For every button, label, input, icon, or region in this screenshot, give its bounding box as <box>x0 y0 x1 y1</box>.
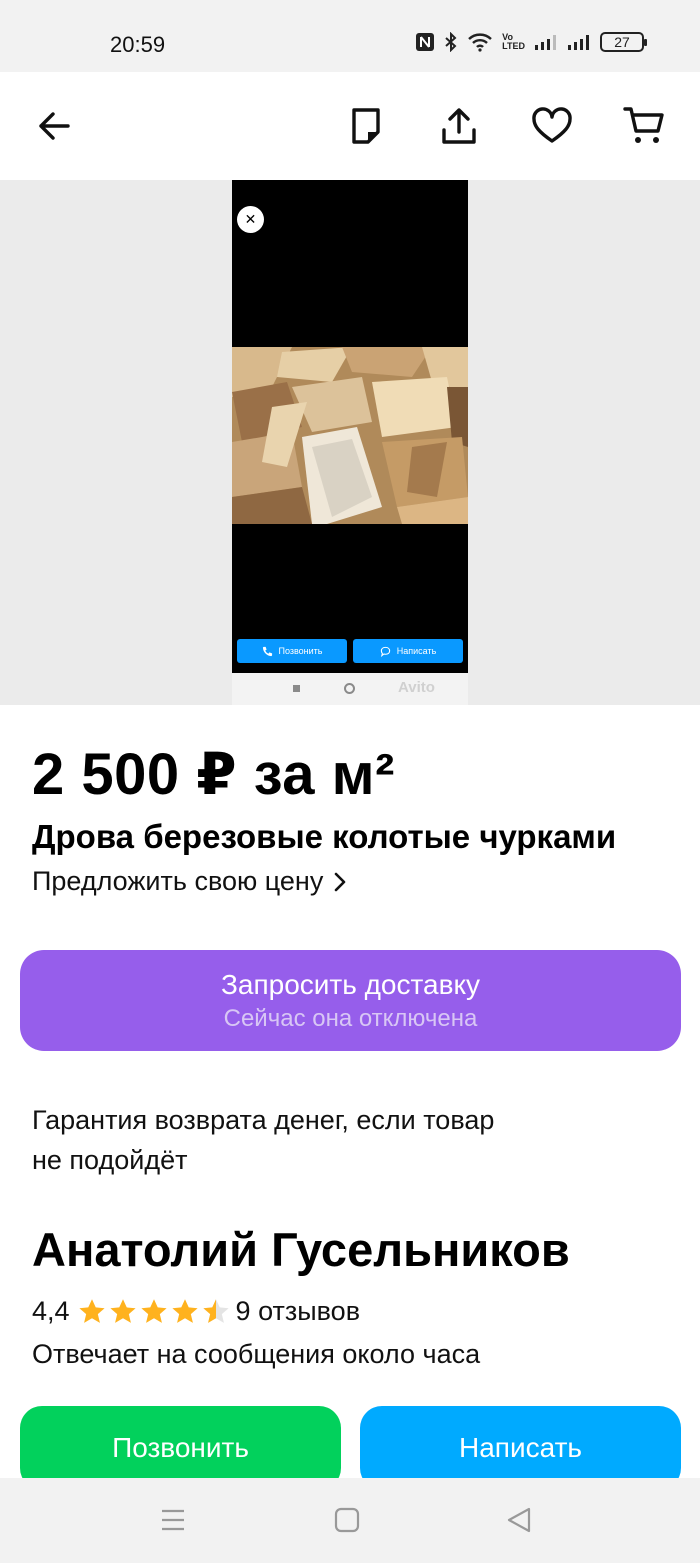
status-icons: Vo LTED 27 <box>415 32 647 52</box>
back-button[interactable] <box>30 102 78 150</box>
volte-icon: Vo LTED <box>502 33 525 51</box>
battery-icon: 27 <box>600 32 647 52</box>
screenshot-circle-icon <box>344 683 355 694</box>
star-icon <box>171 1299 198 1323</box>
back-nav-button[interactable] <box>503 1506 535 1534</box>
guarantee-line-2: не подойдёт <box>32 1145 188 1175</box>
photo-gallery[interactable]: ✕ Позвонить Написать Avito <box>0 180 700 705</box>
offer-price-link[interactable]: Предложить свою цену <box>32 866 347 897</box>
status-bar: 20:59 Vo LTED 27 <box>0 0 700 72</box>
battery-level: 27 <box>614 34 630 50</box>
chat-bubble-icon <box>380 646 390 657</box>
signal-icon <box>535 35 556 50</box>
firewood-image <box>232 347 468 524</box>
listing-title: Дрова березовые колотые чурками <box>32 818 617 855</box>
write-button-label: Написать <box>459 1432 582 1463</box>
note-button[interactable] <box>342 102 390 150</box>
avito-watermark: Avito <box>398 679 435 696</box>
listing-price: 2 500 ₽ за м² <box>32 742 395 807</box>
money-back-guarantee: Гарантия возврата денег, если товар не п… <box>32 1100 592 1180</box>
volte-label-bottom: LTED <box>502 41 525 51</box>
menu-icon <box>162 1509 184 1531</box>
signal-icon-2 <box>568 35 589 50</box>
delivery-status: Сейчас она отключена <box>223 1004 478 1032</box>
note-icon <box>352 108 380 144</box>
heart-icon <box>532 107 572 143</box>
app-bar <box>0 72 700 180</box>
rating-value: 4,4 <box>32 1296 70 1326</box>
request-delivery-label: Запросить доставку <box>220 968 481 1000</box>
status-time: 20:59 <box>110 32 166 57</box>
chevron-right-icon <box>335 872 346 891</box>
guarantee-line-1: Гарантия возврата денег, если товар <box>32 1105 495 1135</box>
star-icon <box>78 1299 105 1323</box>
share-button[interactable] <box>435 102 483 150</box>
rating-stars <box>78 1298 230 1325</box>
bluetooth-icon <box>445 32 457 52</box>
favorite-button[interactable] <box>528 102 576 150</box>
star-icon <box>140 1299 167 1323</box>
cart-icon <box>623 107 664 143</box>
star-half-icon <box>202 1299 229 1323</box>
cart-button[interactable] <box>620 102 668 150</box>
listing-photo[interactable]: ✕ Позвонить Написать Avito <box>232 180 468 705</box>
triangle-back-icon <box>507 1507 531 1533</box>
screenshot-square-icon <box>293 685 300 692</box>
seller-rating[interactable]: 4,4 9 отзывов <box>32 1296 360 1327</box>
arrow-left-icon <box>39 112 70 140</box>
square-icon <box>334 1507 360 1533</box>
share-icon <box>442 108 476 144</box>
home-button[interactable] <box>331 1506 363 1534</box>
screenshot-write-label: Написать <box>396 646 437 656</box>
phone-icon <box>262 646 272 656</box>
screenshot-call-label: Позвонить <box>278 646 323 656</box>
screenshot-write-button: Написать <box>353 639 463 663</box>
request-delivery-button[interactable]: Запросить доставку Сейчас она отключена <box>20 950 681 1051</box>
offer-price-label: Предложить свою цену <box>32 866 324 896</box>
star-icon <box>109 1299 136 1323</box>
close-icon: ✕ <box>237 206 264 233</box>
system-nav-bar <box>0 1478 700 1563</box>
seller-name[interactable]: Анатолий Гусельников <box>32 1222 570 1277</box>
call-button-label: Позвонить <box>112 1432 249 1463</box>
reviews-count: 9 отзывов <box>235 1296 361 1326</box>
seller-response-time: Отвечает на сообщения около часа <box>32 1339 481 1369</box>
wifi-icon <box>468 33 492 52</box>
screenshot-call-button: Позвонить <box>237 639 347 663</box>
recents-button[interactable] <box>157 1506 189 1534</box>
screenshot-nav-bar: Avito <box>232 673 468 705</box>
nfc-icon <box>416 33 435 51</box>
